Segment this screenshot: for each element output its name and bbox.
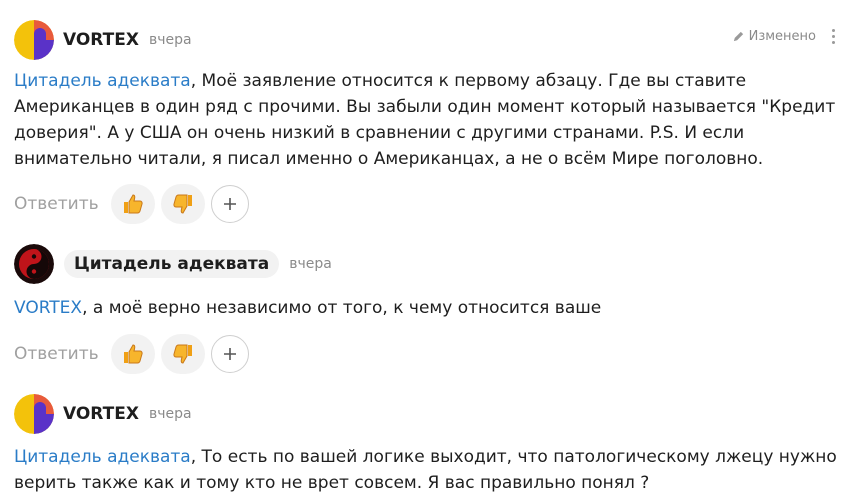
author-name[interactable]: VORTEX — [63, 30, 139, 50]
user-avatar[interactable] — [14, 394, 54, 434]
add-reaction-button[interactable] — [210, 185, 249, 223]
more-vertical-icon[interactable] — [826, 29, 840, 44]
comment-time: вчера — [148, 32, 192, 48]
comment-actions: Ответить — [14, 334, 249, 374]
like-button[interactable] — [110, 184, 155, 224]
dislike-button[interactable] — [160, 334, 205, 374]
plus-icon — [223, 348, 236, 360]
comment-header: VORTEX вчера — [14, 394, 192, 434]
thumbs-down-icon — [173, 194, 192, 214]
pencil-icon — [733, 31, 743, 42]
author-name[interactable]: Цитадель адеквата — [64, 250, 280, 278]
edited-label: Изменено — [748, 29, 816, 44]
comment-body: VORTEX, а моё верно независимо от того, … — [14, 295, 844, 321]
comment-actions: Ответить — [14, 184, 249, 224]
mention-link[interactable]: Цитадель адеквата — [14, 447, 191, 467]
comment-body: Цитадель адеквата, То есть по вашей логи… — [14, 444, 844, 496]
comment-time: вчера — [148, 406, 192, 422]
reply-button[interactable]: Ответить — [14, 194, 99, 214]
thumbs-up-icon — [123, 344, 143, 364]
mention-link[interactable]: Цитадель адеквата — [14, 71, 191, 91]
author-name[interactable]: VORTEX — [63, 404, 139, 424]
add-reaction-button[interactable] — [210, 335, 249, 373]
mention-link[interactable]: VORTEX — [14, 298, 82, 318]
comment-header: Цитадель адеквата вчера — [14, 244, 332, 284]
reply-button[interactable]: Ответить — [14, 344, 99, 364]
comment-header: VORTEX вчера — [14, 20, 192, 60]
like-button[interactable] — [110, 334, 155, 374]
comment-time: вчера — [289, 256, 332, 272]
comment-body: Цитадель адеквата, Моё заявление относит… — [14, 68, 844, 172]
dislike-button[interactable] — [160, 184, 205, 224]
thumbs-up-icon — [123, 194, 143, 214]
user-avatar[interactable] — [14, 20, 54, 60]
yin-yang-avatar-icon — [14, 244, 54, 284]
edited-marker: Изменено — [732, 29, 840, 44]
user-avatar[interactable] — [14, 244, 54, 284]
thumbs-down-icon — [173, 344, 192, 364]
plus-icon — [223, 198, 236, 210]
comment-text: , а моё верно независимо от того, к чему… — [82, 298, 602, 318]
